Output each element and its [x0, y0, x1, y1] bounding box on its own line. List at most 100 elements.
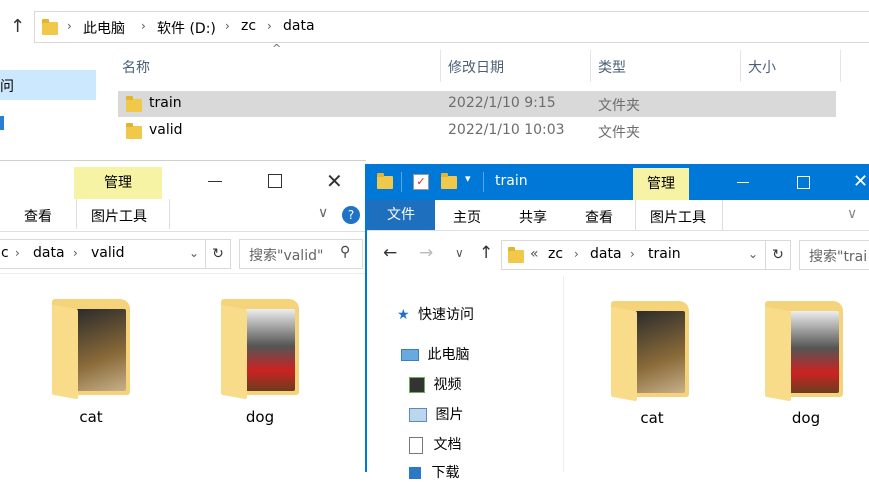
breadcrumb-item[interactable]: valid [91, 245, 125, 261]
sidebar-icon-partial [0, 116, 4, 130]
breadcrumb-item[interactable]: data [283, 18, 315, 34]
column-header-name[interactable]: 名称 [122, 57, 150, 77]
window-title: train [495, 173, 528, 189]
breadcrumb-item[interactable]: 软件 (D:) [157, 18, 216, 38]
download-icon [409, 467, 421, 479]
breadcrumb-item[interactable]: zc [241, 18, 256, 34]
up-arrow-icon[interactable]: ↑ [479, 243, 493, 263]
sidebar-item-label: 问 [0, 79, 14, 95]
chevron-right-icon: › [630, 247, 635, 261]
folder-icon [42, 19, 58, 35]
file-row-valid[interactable]: valid 2022/1/10 10:03 文件夹 [118, 118, 836, 144]
refresh-button[interactable]: ↻ [205, 239, 231, 269]
quick-access-dropdown-icon[interactable]: ▾ [465, 172, 471, 185]
chevron-right-icon: › [73, 246, 78, 260]
item-label-dog[interactable]: dog [766, 409, 846, 427]
chevron-right-icon: › [267, 19, 272, 33]
sidebar-selected-item[interactable] [0, 70, 96, 100]
left-search-input[interactable]: 搜索"valid" ⚲ [239, 239, 363, 269]
properties-icon[interactable]: ✓ [413, 174, 429, 190]
breadcrumb-item[interactable]: data [33, 245, 65, 261]
tab-file[interactable]: 文件 [367, 200, 435, 230]
folder-thumbnail-dog[interactable] [221, 299, 301, 400]
nav-quick-access[interactable]: ★ 快速访问 [397, 304, 474, 324]
manage-label: 管理 [104, 175, 132, 191]
breadcrumb-item[interactable]: 此电脑 [83, 18, 125, 38]
file-row-train[interactable]: train 2022/1/10 9:15 文件夹 [118, 91, 836, 117]
chevron-down-icon[interactable]: ⌄ [189, 246, 199, 260]
breadcrumb-item[interactable]: c [1, 245, 9, 261]
right-address-bar[interactable]: « zc › data › train ⌄ [501, 240, 767, 270]
chevron-down-icon[interactable]: ⌄ [748, 247, 758, 261]
tab-view[interactable]: 查看 [24, 206, 52, 226]
cat-photo [635, 311, 685, 393]
tab-picture-tools[interactable]: 图片工具 [635, 200, 723, 230]
nav-label: 视频 [433, 377, 462, 393]
ribbon-tabs: 文件 主页 共享 查看 图片工具 ∨ [367, 200, 869, 231]
nav-videos[interactable]: 视频 [409, 374, 461, 394]
tab-home[interactable]: 主页 [453, 207, 481, 227]
chevron-right-icon: › [141, 19, 146, 33]
left-window: 管理 ✕ 查看 图片工具 ∨ ? c › data › valid ⌄ ↻ 搜索… [0, 160, 366, 473]
right-window: ✓ ▾ train 管理 ✕ 文件 主页 共享 查看 图片工具 ∨ ← → ∨ … [365, 164, 869, 481]
right-search-input[interactable]: 搜索"trai [799, 240, 869, 270]
folder-thumbnail-dog[interactable] [765, 301, 845, 402]
close-button[interactable]: ✕ [853, 171, 868, 192]
breadcrumb-item[interactable]: data [590, 246, 622, 262]
row-name: train [149, 95, 182, 111]
maximize-button[interactable] [797, 176, 810, 189]
nav-documents[interactable]: 文档 [409, 434, 461, 454]
back-arrow-icon[interactable]: ← [383, 243, 397, 263]
item-label-cat[interactable]: cat [51, 408, 131, 426]
chevron-right-icon: › [67, 19, 72, 33]
tab-view[interactable]: 查看 [585, 207, 613, 227]
nav-label: 此电脑 [427, 347, 470, 363]
item-label-dog[interactable]: dog [220, 408, 300, 426]
manage-tab-group[interactable]: 管理 [633, 168, 689, 200]
chevron-down-icon[interactable]: ∨ [847, 206, 857, 222]
item-label-cat[interactable]: cat [612, 409, 692, 427]
star-icon: ★ [397, 307, 410, 323]
sort-arrow-icon: ^ [272, 42, 282, 55]
new-folder-icon[interactable] [441, 173, 457, 189]
folder-thumbnail-cat[interactable] [52, 299, 132, 400]
folder-thumbnail-cat[interactable] [611, 301, 691, 402]
column-header-date[interactable]: 修改日期 [448, 57, 504, 77]
picture-tools-tab[interactable]: 图片工具 [76, 199, 170, 229]
refresh-button[interactable]: ↻ [765, 240, 791, 270]
nav-this-pc[interactable]: 此电脑 [401, 344, 469, 364]
nav-label: 文档 [433, 437, 462, 453]
chevron-right-icon: › [15, 246, 20, 260]
column-header-size[interactable]: 大小 [748, 57, 776, 77]
dog-photo [245, 309, 295, 391]
recent-dropdown-icon[interactable]: ∨ [455, 246, 464, 260]
title-bar[interactable]: ✓ ▾ train 管理 ✕ [367, 164, 869, 200]
maximize-button[interactable] [268, 174, 282, 188]
column-header-type[interactable]: 类型 [598, 57, 626, 77]
document-icon [409, 436, 423, 454]
top-up-arrow-icon[interactable]: ↑ [10, 16, 25, 37]
left-address-bar[interactable]: c › data › valid ⌄ [0, 239, 206, 269]
breadcrumb-item[interactable]: train [648, 246, 681, 262]
dog-photo [789, 311, 839, 393]
tab-share[interactable]: 共享 [519, 207, 547, 227]
minimize-button[interactable] [737, 182, 749, 183]
folder-icon [508, 247, 524, 263]
manage-tab-group[interactable]: 管理 [74, 167, 162, 199]
row-type: 文件夹 [598, 98, 640, 114]
computer-icon [401, 349, 419, 361]
close-button[interactable]: ✕ [326, 169, 343, 193]
forward-arrow-icon[interactable]: → [419, 243, 433, 263]
chevron-right-icon: › [225, 19, 230, 33]
nav-downloads[interactable]: 下载 [409, 462, 459, 482]
chevron-down-icon[interactable]: ∨ [318, 205, 328, 221]
breadcrumb-overflow[interactable]: « [530, 246, 539, 262]
search-icon[interactable]: ⚲ [340, 244, 350, 260]
nav-pictures[interactable]: 图片 [409, 404, 463, 424]
help-icon[interactable]: ? [342, 206, 360, 224]
row-type: 文件夹 [598, 125, 640, 141]
row-date: 2022/1/10 10:03 [448, 122, 565, 138]
top-address-bar[interactable]: › 此电脑 › 软件 (D:) › zc › data [34, 11, 869, 43]
minimize-button[interactable] [208, 181, 222, 182]
breadcrumb-item[interactable]: zc [548, 246, 563, 262]
